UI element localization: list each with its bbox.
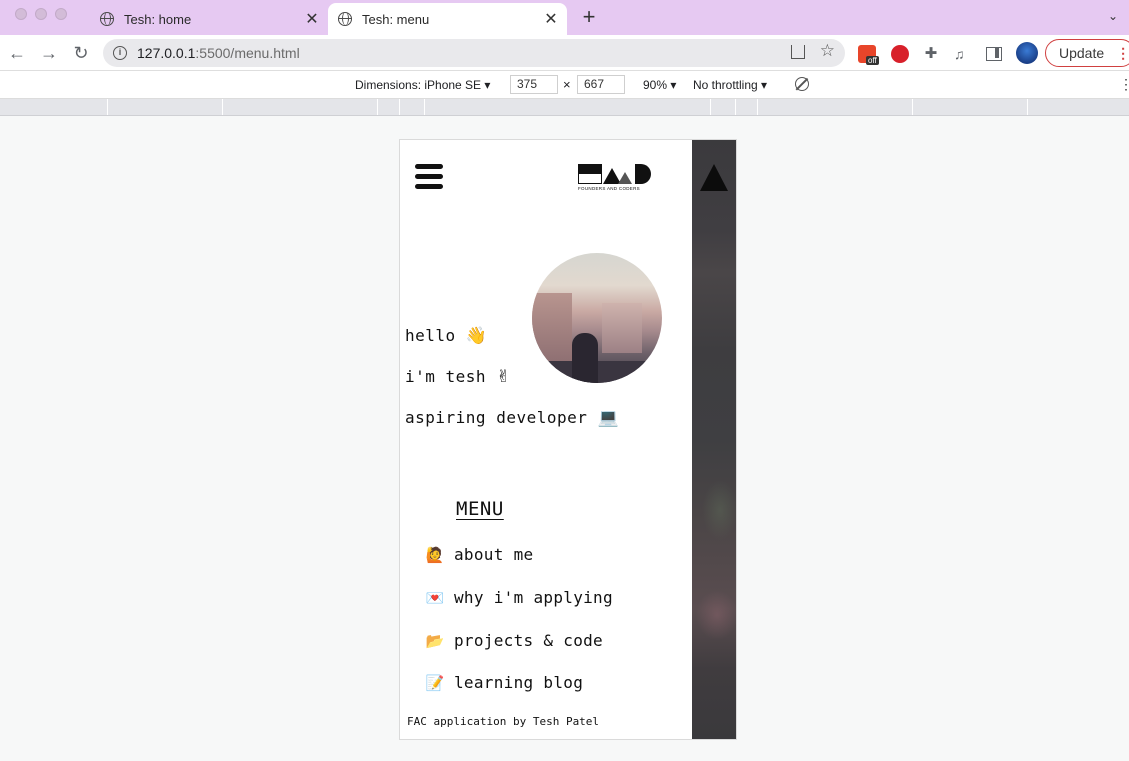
more-options-icon[interactable]: ⋮: [1119, 76, 1129, 93]
browser-toolbar: ← → ↻ i 127.0.0.1:5500/menu.html ☆ off ✚…: [0, 35, 1129, 71]
kebab-menu-icon[interactable]: ⋮: [1116, 45, 1129, 62]
device-select[interactable]: Dimensions: iPhone SE ▾: [355, 78, 490, 92]
tab-home[interactable]: Tesh: home ✕: [90, 3, 328, 35]
forward-arrow-icon[interactable]: →: [38, 42, 60, 64]
hamburger-menu-icon[interactable]: [415, 164, 443, 192]
menu-item-label: learning blog: [454, 673, 584, 692]
menu-item-why-applying[interactable]: 💌 why i'm applying: [425, 588, 613, 607]
update-button[interactable]: Update ⋮: [1045, 39, 1129, 67]
menu-heading: MENU: [456, 498, 504, 520]
extensions-puzzle-icon[interactable]: ✚: [922, 45, 940, 63]
extension-badge: off: [866, 56, 879, 65]
minimize-window-button[interactable]: [35, 8, 47, 20]
device-toolbar: Dimensions: iPhone SE ▾ 375 × 667 90% ▾ …: [0, 71, 1129, 99]
media-query-ruler[interactable]: [0, 99, 1129, 116]
side-panel-icon[interactable]: [986, 47, 1002, 61]
device-viewport: FOUNDERS AND CODERS hello 👋 i'm tesh ✌ a…: [399, 139, 737, 740]
greeting-line: hello 👋: [405, 326, 488, 346]
media-control-icon[interactable]: ♫: [954, 45, 972, 63]
tab-title: Tesh: menu: [362, 11, 430, 27]
menu-item-label: why i'm applying: [454, 588, 613, 607]
waving-hand-icon: 👋: [465, 326, 488, 346]
height-input[interactable]: 667: [577, 75, 625, 94]
profile-avatar[interactable]: [1016, 42, 1038, 64]
logo-text: FOUNDERS AND CODERS: [578, 186, 640, 191]
scroll-top-arrow-icon[interactable]: [700, 164, 728, 191]
site-info-icon[interactable]: i: [113, 46, 127, 60]
times-icon: ×: [563, 77, 571, 92]
profile-photo: [532, 253, 662, 383]
fac-logo[interactable]: FOUNDERS AND CODERS: [578, 164, 652, 196]
menu-item-projects[interactable]: 📂 projects & code: [425, 631, 603, 650]
adblock-icon[interactable]: [891, 45, 909, 63]
bookmark-star-icon[interactable]: ☆: [820, 41, 835, 61]
tab-title: Tesh: home: [124, 11, 192, 27]
background-image-strip: [692, 140, 736, 739]
zoom-select[interactable]: 90% ▾: [643, 78, 676, 92]
close-window-button[interactable]: [15, 8, 27, 20]
rotate-icon[interactable]: [795, 77, 809, 91]
menu-item-blog[interactable]: 📝 learning blog: [425, 673, 583, 692]
share-icon[interactable]: [791, 45, 805, 59]
menu-item-about[interactable]: 🙋 about me: [425, 545, 534, 564]
tab-search-chevron-icon[interactable]: ⌄: [1108, 9, 1118, 23]
url-text[interactable]: 127.0.0.1:5500/menu.html: [137, 45, 300, 61]
tab-strip: Tesh: home ✕ Tesh: menu ✕ + ⌄: [0, 0, 1129, 35]
page-footer: FAC application by Tesh Patel: [407, 715, 600, 728]
greeting-line: i'm tesh ✌: [405, 367, 511, 387]
tab-menu[interactable]: Tesh: menu ✕: [328, 3, 567, 35]
address-bar[interactable]: i 127.0.0.1:5500/menu.html ☆: [103, 39, 845, 67]
globe-icon: [100, 12, 114, 26]
close-tab-icon[interactable]: ✕: [302, 9, 322, 29]
laptop-icon: 💻: [597, 408, 620, 428]
menu-item-label: about me: [454, 545, 534, 564]
maximize-window-button[interactable]: [55, 8, 67, 20]
throttling-select[interactable]: No throttling ▾: [693, 78, 767, 92]
close-tab-icon[interactable]: ✕: [541, 9, 561, 29]
love-letter-icon: 💌: [425, 588, 445, 607]
globe-icon: [338, 12, 352, 26]
reload-icon[interactable]: ↻: [70, 42, 92, 64]
raising-hand-icon: 🙋: [425, 545, 445, 564]
victory-hand-icon: ✌: [496, 367, 511, 387]
memo-icon: 📝: [425, 673, 445, 692]
folder-icon: 📂: [425, 631, 445, 650]
width-input[interactable]: 375: [510, 75, 558, 94]
back-arrow-icon[interactable]: ←: [6, 42, 28, 64]
greeting-line: aspiring developer 💻: [405, 408, 620, 428]
menu-item-label: projects & code: [454, 631, 603, 650]
update-label: Update: [1059, 45, 1105, 61]
new-tab-button[interactable]: +: [578, 6, 600, 28]
